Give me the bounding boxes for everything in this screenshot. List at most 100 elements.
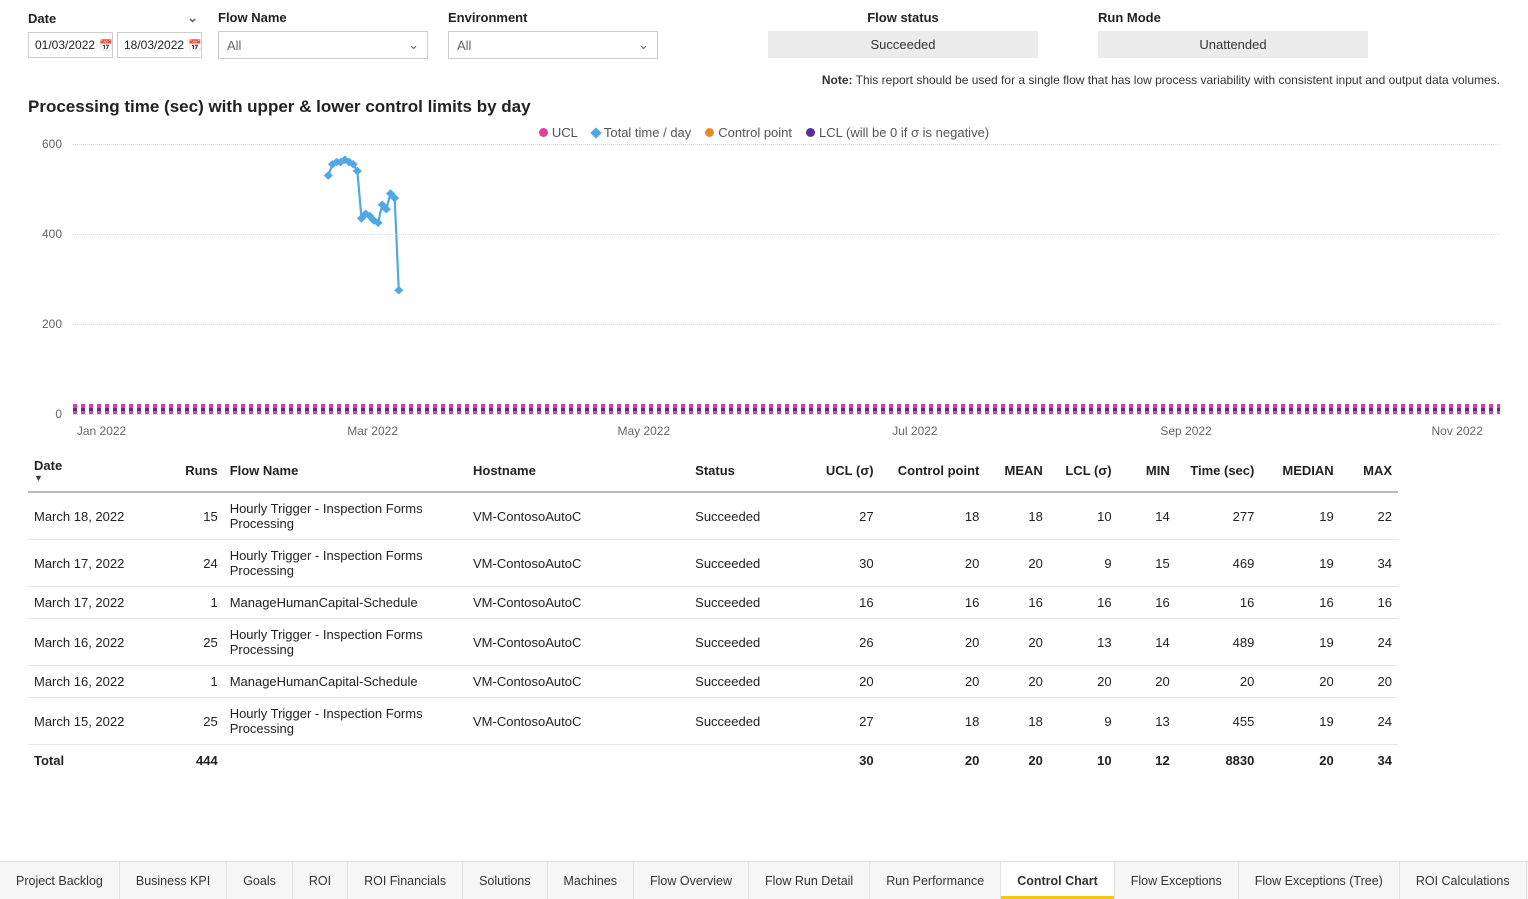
table-row[interactable]: March 17, 20221ManageHumanCapital-Schedu… [28,587,1398,619]
filter-environment-label: Environment [448,10,527,25]
grid-line [73,414,1500,415]
table-cell: 277 [1176,492,1261,540]
tab-flow-exceptions-tree-[interactable]: Flow Exceptions (Tree) [1239,862,1400,899]
grid-line [73,234,1500,235]
table-cell: Succeeded [689,619,805,666]
table-cell: 27 [806,492,880,540]
tab-project-backlog[interactable]: Project Backlog [0,862,120,899]
table-header-cell[interactable]: MAX [1340,450,1398,492]
table-cell: 20 [806,666,880,698]
tab-flow-exceptions[interactable]: Flow Exceptions [1115,862,1239,899]
tab-flow-run-detail[interactable]: Flow Run Detail [749,862,870,899]
table-header-cell[interactable]: LCL (σ) [1049,450,1118,492]
table-header-cell[interactable]: Runs [166,450,224,492]
tab-goals[interactable]: Goals [227,862,293,899]
table-header-cell[interactable]: Time (sec) [1176,450,1261,492]
table-cell: 16 [880,587,986,619]
calendar-icon: 📅 [188,39,202,52]
chart-title: Processing time (sec) with upper & lower… [0,87,1528,125]
data-table: Date▼RunsFlow NameHostnameStatusUCL (σ)C… [28,450,1398,776]
legend-cp: Control point [705,125,792,140]
table-cell: 18 [880,698,986,745]
table-cell: VM-ContosoAutoC [467,540,689,587]
flow-name-select[interactable]: All ⌄ [218,31,428,59]
filter-date: Date ⌄ 01/03/2022 📅 18/03/2022 📅 [28,10,198,58]
table-total-cell: 444 [166,745,224,777]
chevron-down-icon: ⌄ [638,37,649,53]
table-row[interactable]: March 16, 20221ManageHumanCapital-Schedu… [28,666,1398,698]
table-cell: March 17, 2022 [28,540,166,587]
legend-lcl: LCL (will be 0 if σ is negative) [806,125,989,140]
tab-roi-financials[interactable]: ROI Financials [348,862,463,899]
table-cell: 27 [806,698,880,745]
report-tabs: Project BacklogBusiness KPIGoalsROIROI F… [0,861,1528,899]
table-cell: 20 [880,666,986,698]
table-row[interactable]: March 16, 202225Hourly Trigger - Inspect… [28,619,1398,666]
table-header-cell[interactable]: Date▼ [28,450,166,492]
tab-business-kpi[interactable]: Business KPI [120,862,227,899]
table-cell: Hourly Trigger - Inspection Forms Proces… [224,619,467,666]
filter-flow-name: Flow Name All ⌄ [218,10,428,59]
table-cell: 16 [1049,587,1118,619]
x-tick: Sep 2022 [1160,424,1211,438]
table-cell: Hourly Trigger - Inspection Forms Proces… [224,540,467,587]
flow-status-button[interactable]: Succeeded [768,31,1038,58]
table-cell: 13 [1049,619,1118,666]
table-header-cell[interactable]: Flow Name [224,450,467,492]
table-cell: 25 [166,619,224,666]
tab-solutions[interactable]: Solutions [463,862,547,899]
table-header-cell[interactable]: MEDIAN [1260,450,1339,492]
table-cell: Succeeded [689,587,805,619]
table-cell: VM-ContosoAutoC [467,587,689,619]
table-header-cell[interactable]: Hostname [467,450,689,492]
table-cell: 19 [1260,492,1339,540]
chevron-down-icon[interactable]: ⌄ [187,10,198,26]
table-total-cell: Total [28,745,166,777]
table-header-cell[interactable]: UCL (σ) [806,450,880,492]
table-total-cell [689,745,805,777]
table-cell: 19 [1260,698,1339,745]
table-cell: March 16, 2022 [28,666,166,698]
date-from-input[interactable]: 01/03/2022 📅 [28,32,113,58]
table-cell: 20 [880,619,986,666]
tab-control-chart[interactable]: Control Chart [1001,862,1115,899]
table-cell: 455 [1176,698,1261,745]
legend-ucl: UCL [539,125,578,140]
tab-roi-calculations[interactable]: ROI Calculations [1400,862,1527,899]
table-total-cell: 20 [880,745,986,777]
table-total-cell: 12 [1118,745,1176,777]
table-cell: Succeeded [689,540,805,587]
run-mode-button[interactable]: Unattended [1098,31,1368,58]
environment-select[interactable]: All ⌄ [448,31,658,59]
table-header-cell[interactable]: MEAN [985,450,1048,492]
table-cell: ManageHumanCapital-Schedule [224,587,467,619]
table-cell: 34 [1340,540,1398,587]
tab-machines[interactable]: Machines [548,862,635,899]
table-row[interactable]: March 17, 202224Hourly Trigger - Inspect… [28,540,1398,587]
tab-run-performance[interactable]: Run Performance [870,862,1001,899]
table-header-cell[interactable]: MIN [1118,450,1176,492]
table-row[interactable]: March 15, 202225Hourly Trigger - Inspect… [28,698,1398,745]
table-cell: VM-ContosoAutoC [467,666,689,698]
table-cell: Hourly Trigger - Inspection Forms Proces… [224,492,467,540]
table-cell: 20 [1340,666,1398,698]
table-cell: 22 [1340,492,1398,540]
table-total-cell [224,745,467,777]
date-to-input[interactable]: 18/03/2022 📅 [117,32,202,58]
table-cell: 25 [166,698,224,745]
table-cell: 16 [806,587,880,619]
table-total-cell: 34 [1340,745,1398,777]
table-header-cell[interactable]: Control point [880,450,986,492]
x-tick: Jan 2022 [77,424,126,438]
y-axis: 0200400600 [28,144,68,414]
calendar-icon: 📅 [99,39,113,52]
tab-flow-overview[interactable]: Flow Overview [634,862,749,899]
table-cell: March 16, 2022 [28,619,166,666]
filter-bar: Date ⌄ 01/03/2022 📅 18/03/2022 📅 Flow Na… [0,0,1528,59]
filter-run-mode: Run Mode Unattended [1098,10,1368,58]
table-cell: Succeeded [689,666,805,698]
table-header-cell[interactable]: Status [689,450,805,492]
table-row[interactable]: March 18, 202215Hourly Trigger - Inspect… [28,492,1398,540]
tab-roi[interactable]: ROI [293,862,348,899]
table-total-cell: 20 [1260,745,1339,777]
